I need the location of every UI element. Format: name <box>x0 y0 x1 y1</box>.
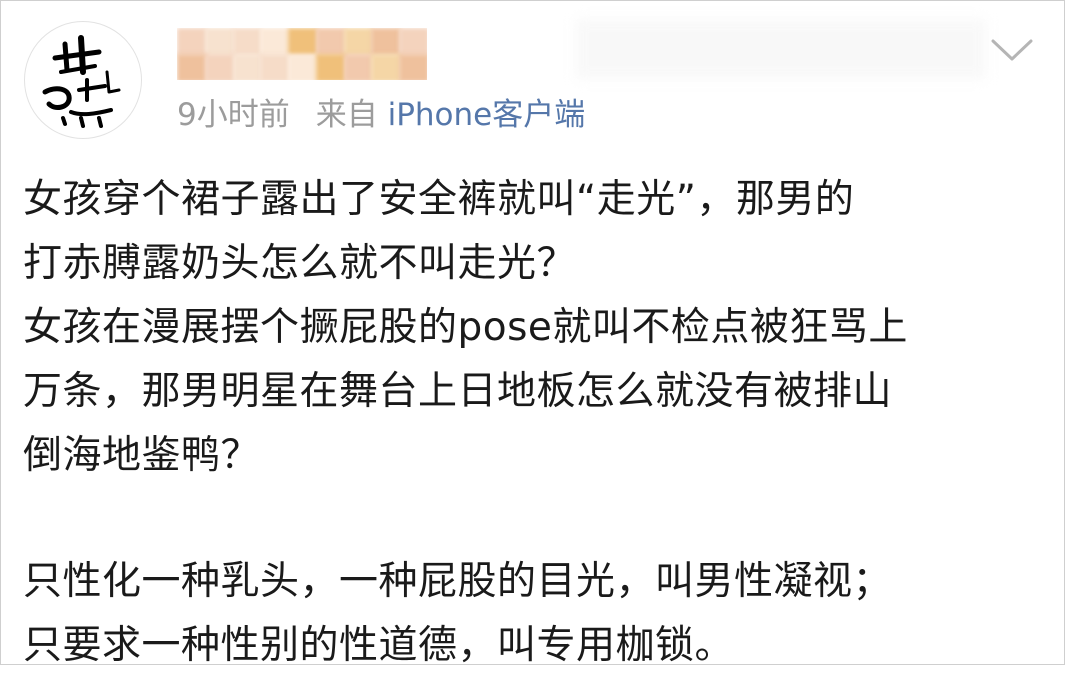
post-time: 9小时前 <box>177 97 290 133</box>
blur-cell <box>288 28 318 56</box>
blur-cell <box>343 28 374 56</box>
post-body: 女孩穿个裙子露出了安全裤就叫“走光”，那男的 打赤膊露奶头怎么就不叫走光？ 女孩… <box>23 168 1053 678</box>
blur-cell <box>232 54 263 80</box>
blur-cell <box>343 54 374 80</box>
blur-cell <box>315 54 346 80</box>
author-name-blurred[interactable] <box>177 28 427 80</box>
post-line: 女孩在漫展摆个撅屁股的pose就叫不检点被狂骂上 <box>23 305 908 350</box>
weibo-post-card: 9小时前 来自 iPhone客户端 女孩穿个裙子露出了安全裤就叫“走光”，那男的 … <box>0 0 1065 668</box>
blurred-area <box>576 19 986 79</box>
blur-cell <box>204 28 235 56</box>
post-line: 女孩穿个裙子露出了安全裤就叫“走光”，那男的 <box>23 177 855 222</box>
post-line: 倒海地鉴鸭？ <box>23 433 261 478</box>
chevron-down-icon[interactable] <box>989 37 1035 63</box>
blur-cell <box>399 54 427 80</box>
blur-cell <box>371 54 402 80</box>
post-line: 只要求一种性别的性道德，叫专用枷锁。 <box>23 623 735 668</box>
blur-cell <box>232 28 263 56</box>
blur-cell <box>177 28 207 56</box>
blur-cell <box>315 28 346 56</box>
post-line: 万条，那男明星在舞台上日地板怎么就没有被排山 <box>23 369 893 414</box>
blur-cell <box>177 54 207 80</box>
post-line: 只性化一种乳头，一种屁股的目光，叫男性凝视； <box>23 559 893 604</box>
blur-cell <box>204 54 235 80</box>
source-link[interactable]: iPhone客户端 <box>388 97 586 133</box>
post-line: 打赤膊露奶头怎么就不叫走光？ <box>23 241 577 286</box>
source-prefix: 来自 <box>315 97 378 133</box>
post-meta: 9小时前 来自 iPhone客户端 <box>177 95 585 135</box>
avatar[interactable] <box>24 21 142 139</box>
blur-cell <box>288 54 318 80</box>
calligraphy-avatar-icon <box>42 35 121 128</box>
blur-cell <box>260 54 291 80</box>
blur-cell <box>399 28 427 56</box>
blur-cell <box>371 28 402 56</box>
blur-cell <box>260 28 291 56</box>
